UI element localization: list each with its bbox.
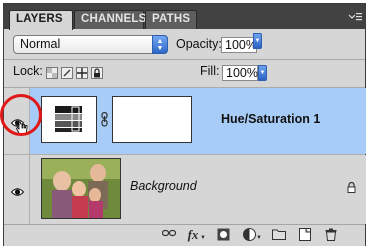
fill-input[interactable]: 100% <box>222 65 258 81</box>
layers-panel: LAYERS CHANNELS PATHS Normal ▲ ▼ Opacity:… <box>3 3 366 246</box>
layer-mask-thumbnail[interactable] <box>112 96 192 143</box>
layers-list: Hue/Saturation 1 Background <box>4 88 366 224</box>
layer-row-hue-saturation[interactable]: Hue/Saturation 1 <box>30 88 366 154</box>
link-layers-icon[interactable] <box>161 228 177 242</box>
blend-mode-select[interactable]: Normal ▲ ▼ <box>13 35 168 54</box>
blend-mode-value: Normal <box>20 37 61 51</box>
chevron-down-icon: ▼ <box>200 235 206 241</box>
tab-channels[interactable]: CHANNELS <box>74 10 146 29</box>
new-layer-icon[interactable] <box>298 228 312 242</box>
photo-thumbnail <box>41 158 121 219</box>
layer-row-background[interactable]: Background <box>30 155 366 224</box>
layer-name[interactable]: Hue/Saturation 1 <box>221 112 320 126</box>
lock-label: Lock: <box>13 64 43 78</box>
lock-transparent-pixels-icon[interactable] <box>46 67 58 79</box>
lock-image-pixels-icon[interactable] <box>61 67 73 79</box>
opacity-dropdown-icon[interactable]: ▼ <box>253 33 262 49</box>
fx-icon[interactable]: fx <box>186 228 200 242</box>
adjustment-layer-icon[interactable] <box>242 228 256 242</box>
lock-position-icon[interactable] <box>76 67 88 79</box>
fill-label: Fill: <box>200 64 220 78</box>
layers-bottom-bar: fx ▼ ▼ <box>4 224 365 246</box>
chain-icon[interactable] <box>100 111 109 132</box>
eye-icon[interactable] <box>10 184 25 202</box>
highlight-circle <box>0 94 42 136</box>
lock-all-icon[interactable] <box>91 67 103 79</box>
panel-menu-icon[interactable] <box>348 12 362 24</box>
folder-icon[interactable] <box>272 228 286 242</box>
layer-name[interactable]: Background <box>130 179 197 193</box>
add-mask-icon[interactable] <box>216 228 230 242</box>
chevron-down-icon: ▼ <box>256 235 262 241</box>
fill-dropdown-icon[interactable]: ▼ <box>258 65 267 81</box>
adjustment-thumbnail <box>41 96 97 143</box>
chevron-up-down-icon: ▲ ▼ <box>152 35 168 54</box>
divider <box>4 59 365 60</box>
trash-icon[interactable] <box>324 228 338 242</box>
opacity-label: Opacity: <box>176 37 222 51</box>
opacity-input[interactable]: 100% <box>221 37 257 53</box>
tab-layers[interactable]: LAYERS <box>9 10 73 30</box>
blend-row: Normal ▲ ▼ Opacity: 100% ▼ <box>4 29 365 61</box>
layer-lock-icon <box>347 180 356 198</box>
tab-paths[interactable]: PATHS <box>145 10 197 29</box>
panel-tab-bar: LAYERS CHANNELS PATHS <box>4 4 365 30</box>
